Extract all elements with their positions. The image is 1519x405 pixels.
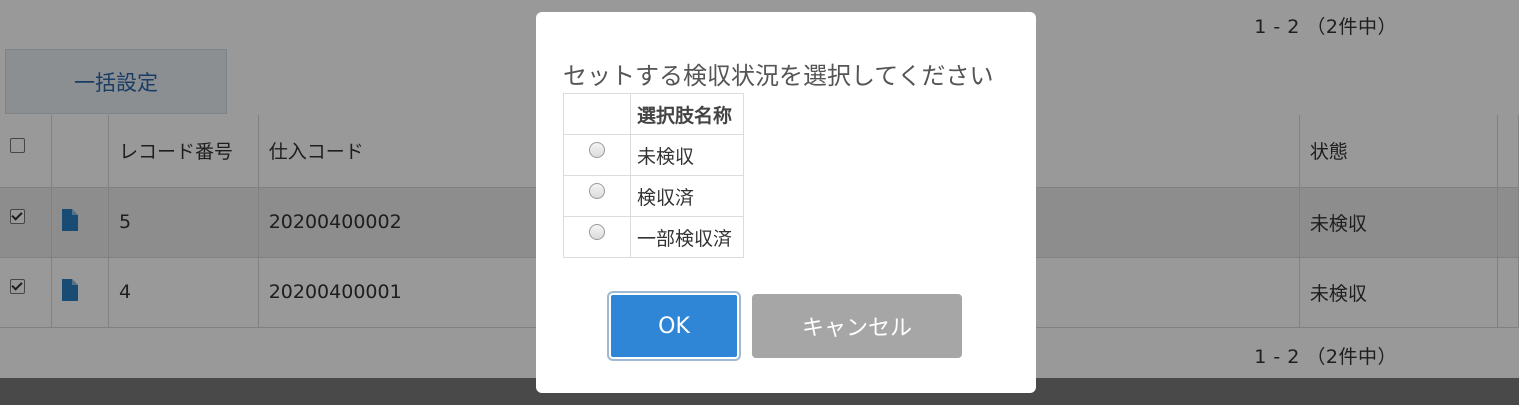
choices-radio-header <box>563 93 631 135</box>
choice-radio[interactable] <box>589 142 605 158</box>
choices-header-row: 選択肢名称 <box>563 93 744 135</box>
choice-row[interactable]: 未検収 <box>563 134 744 176</box>
choices-table: 選択肢名称 未検収 検収済 一部検収済 <box>563 93 744 258</box>
ok-button[interactable]: OK <box>609 293 739 359</box>
choice-label: 一部検収済 <box>630 216 744 258</box>
choice-row[interactable]: 一部検収済 <box>563 216 744 258</box>
dialog-title: セットする検収状況を選択してください <box>563 62 994 90</box>
choice-radio[interactable] <box>589 183 605 199</box>
choice-radio-cell <box>563 134 631 176</box>
choice-label: 未検収 <box>630 134 744 176</box>
cancel-button[interactable]: キャンセル <box>752 294 962 358</box>
choice-radio-cell <box>563 175 631 217</box>
choice-row[interactable]: 検収済 <box>563 175 744 217</box>
status-select-dialog: セットする検収状況を選択してください 選択肢名称 未検収 検収済 一部検収済 O… <box>536 12 1036 393</box>
choice-radio[interactable] <box>589 224 605 240</box>
choice-radio-cell <box>563 216 631 258</box>
choice-label: 検収済 <box>630 175 744 217</box>
choices-name-header: 選択肢名称 <box>630 93 744 135</box>
